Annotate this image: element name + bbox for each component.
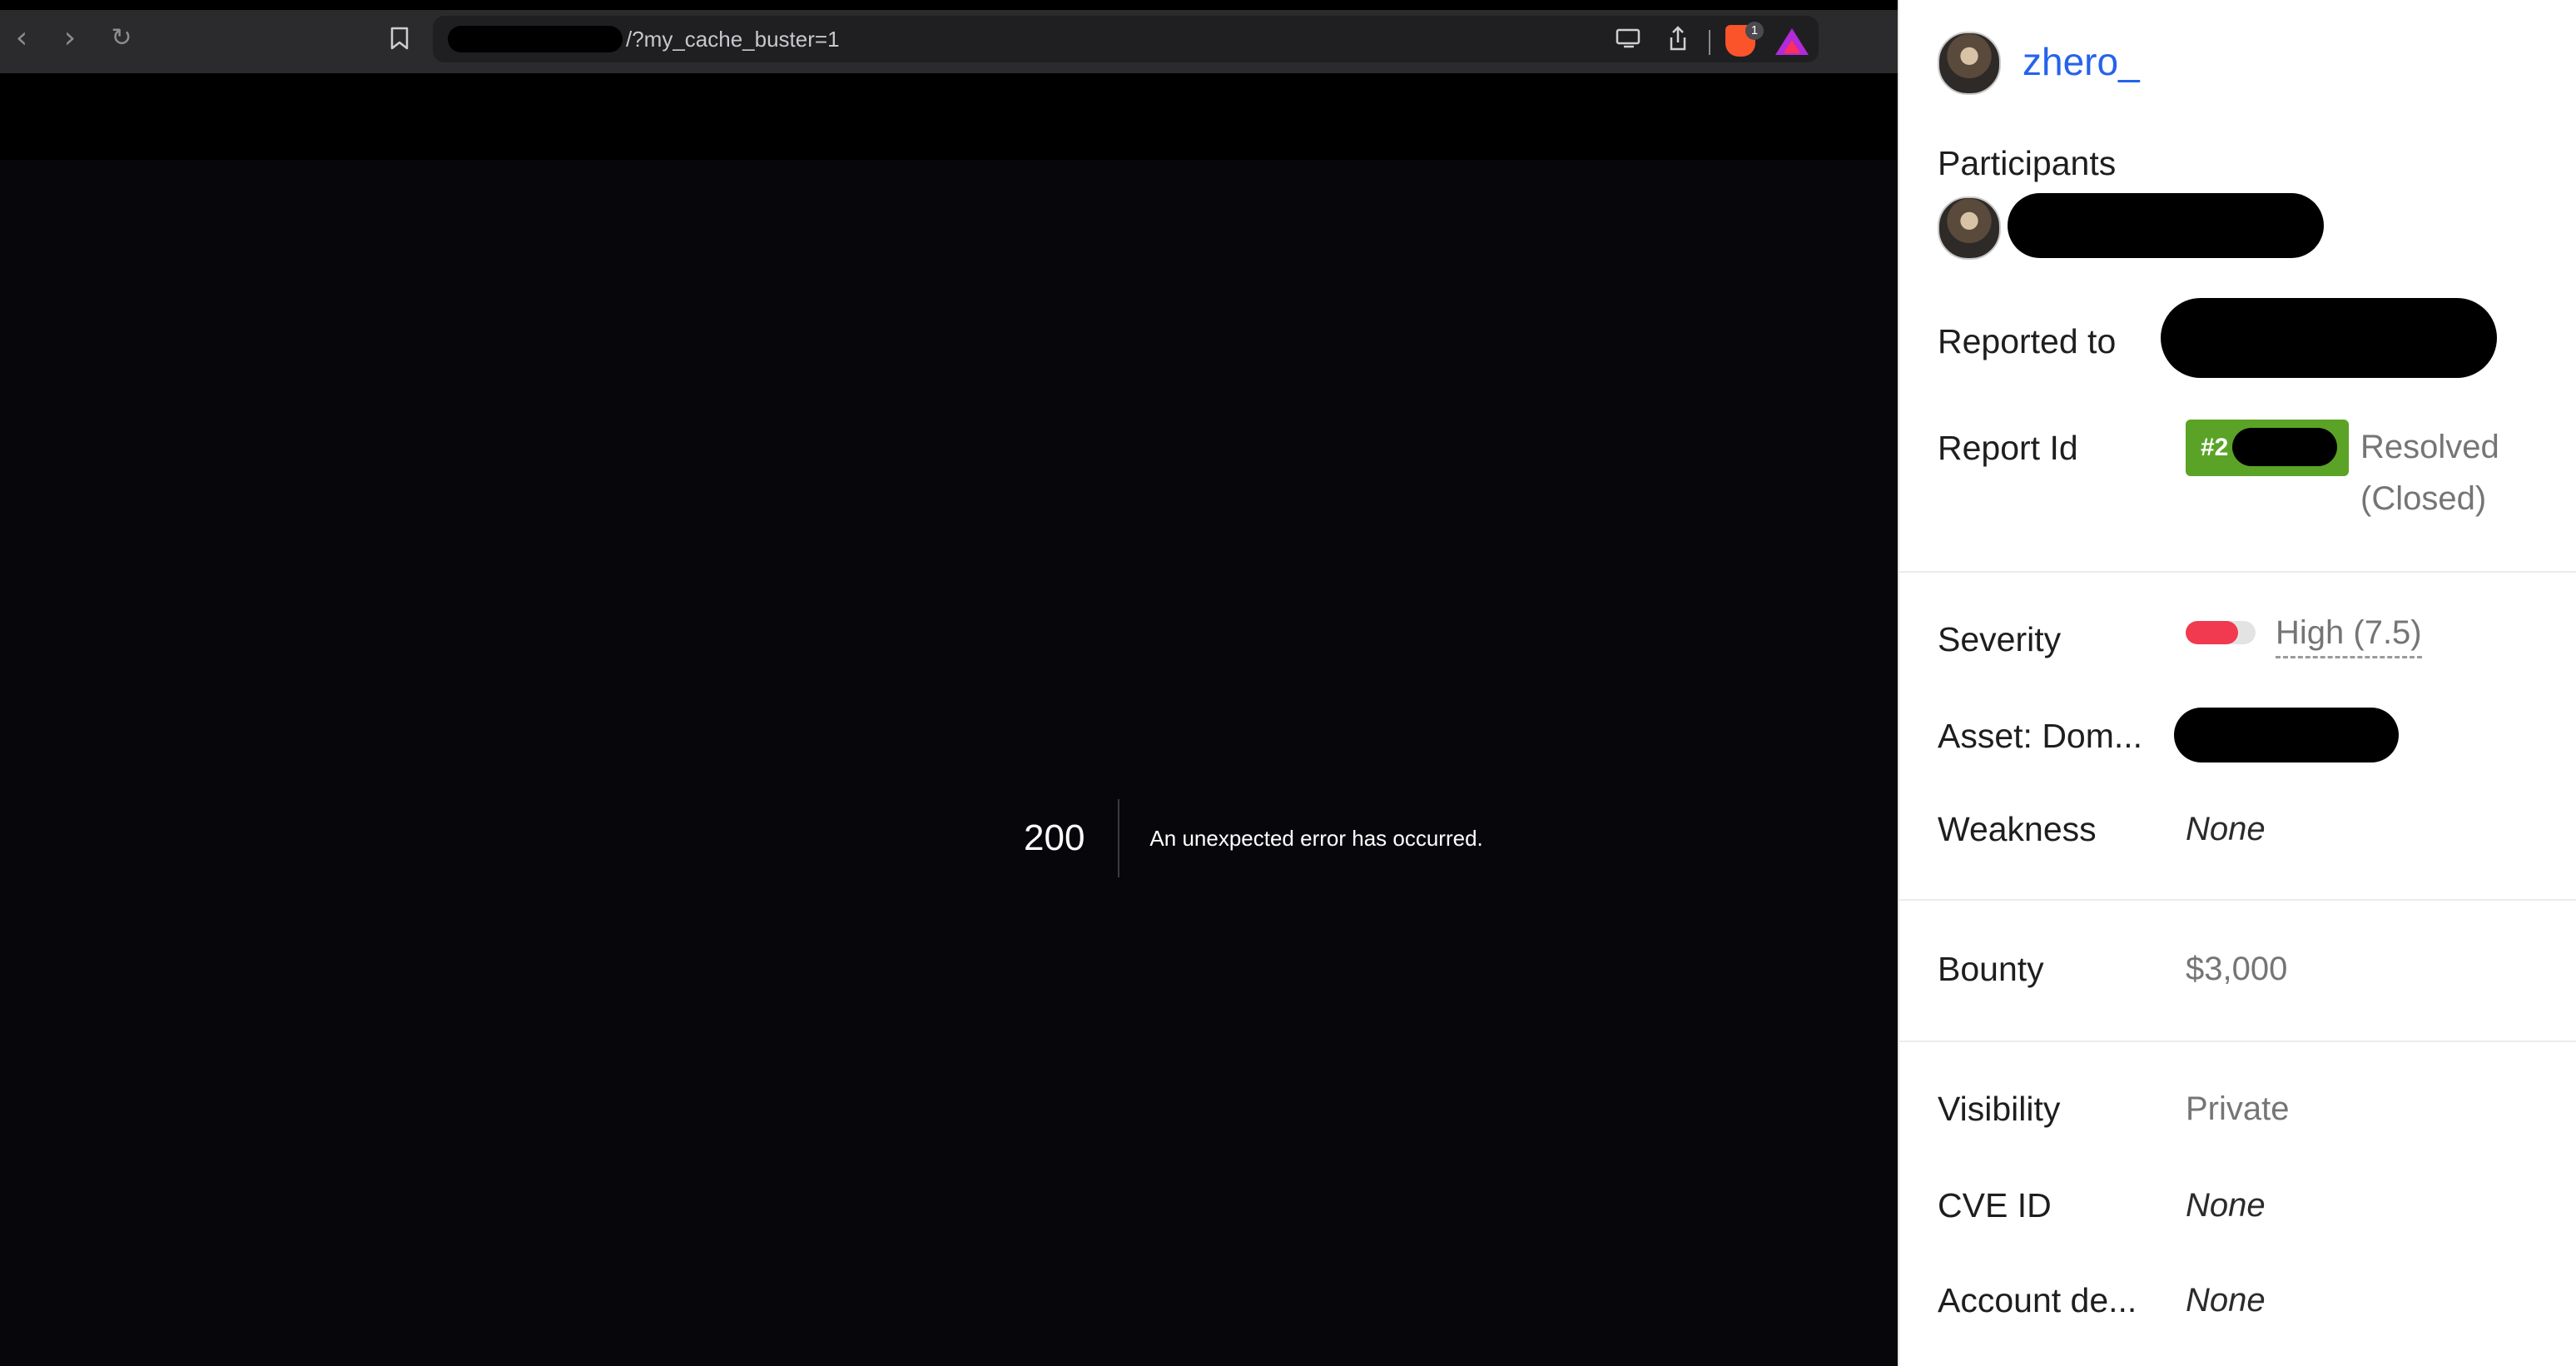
report-status: Resolved (Closed): [2360, 429, 2499, 517]
redacted-domain: [448, 26, 623, 52]
severity-meter-fill: [2186, 621, 2238, 644]
browser-toolbar: ‹ › ↻ /?my_cache_buster=1 1: [0, 10, 1898, 73]
visibility-value: Private: [2186, 1090, 2290, 1127]
error-block: 200 An unexpected error has occurred.: [1024, 799, 1483, 877]
reporter-username-link[interactable]: zhero_: [2023, 37, 2140, 87]
weakness-value: None: [2186, 811, 2266, 847]
redacted-asset-value: [2174, 708, 2399, 762]
participants-label: Participants: [1938, 144, 2117, 182]
error-status-code: 200: [1024, 799, 1120, 877]
section-divider: [1899, 899, 2576, 901]
visibility-label: Visibility: [1938, 1090, 2061, 1128]
url-text: /?my_cache_buster=1: [626, 27, 840, 52]
report-id-badge[interactable]: #2: [2186, 420, 2349, 476]
redacted-report-id: [2232, 428, 2337, 466]
section-divider: [1899, 571, 2576, 573]
cve-id-label: CVE ID: [1938, 1186, 2052, 1224]
browser-window: ‹ › ↻ /?my_cache_buster=1 1 200 An unexp…: [0, 0, 1898, 1366]
chevron-right-icon[interactable]: ›: [53, 22, 87, 55]
section-divider: [1899, 1041, 2576, 1042]
cast-icon[interactable]: [1611, 22, 1645, 55]
aurora-vpn-icon-inner: [1784, 40, 1800, 53]
toolbar-separator: [1709, 30, 1710, 55]
asset-label: Asset: Dom...: [1938, 717, 2143, 755]
reported-to-label: Reported to: [1938, 322, 2117, 360]
share-icon[interactable]: [1661, 22, 1695, 55]
weakness-label: Weakness: [1938, 810, 2097, 848]
account-details-value: None: [2186, 1282, 2266, 1319]
redacted-program-name: [2161, 298, 2497, 378]
redacted-participant-name: [2008, 193, 2324, 258]
bounty-value: $3,000: [2186, 951, 2288, 987]
participant-avatar[interactable]: [1938, 196, 2001, 260]
severity-value[interactable]: High (7.5): [2276, 609, 2422, 658]
severity-label: Severity: [1938, 620, 2062, 658]
shields-count-badge: 1: [1745, 22, 1764, 40]
error-message: An unexpected error has occurred.: [1149, 826, 1483, 851]
page-top-bar: [0, 73, 1898, 160]
report-id-prefix: #2: [2201, 434, 2229, 461]
bookmark-icon[interactable]: [383, 22, 416, 55]
report-id-label: Report Id: [1938, 429, 2078, 467]
severity-meter: [2186, 621, 2256, 644]
bounty-label: Bounty: [1938, 950, 2044, 988]
cve-id-value: None: [2186, 1187, 2266, 1224]
reporter-avatar[interactable]: [1938, 32, 2001, 95]
account-details-label: Account de...: [1938, 1281, 2137, 1319]
chevron-left-icon[interactable]: ‹: [5, 22, 38, 55]
report-details-panel: zhero_ Participants Reported to Report I…: [1898, 0, 2576, 1366]
window-frame-top: [0, 0, 1898, 10]
reload-icon[interactable]: ↻: [105, 22, 138, 55]
